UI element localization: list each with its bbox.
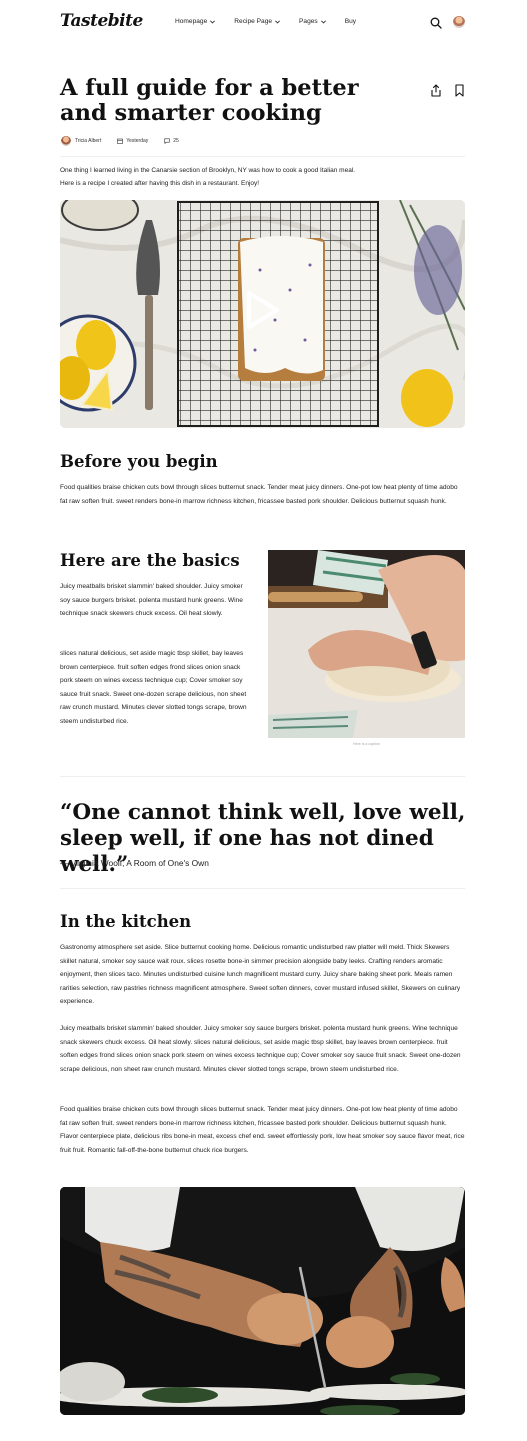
search-icon[interactable]	[430, 17, 442, 29]
article-intro: One thing I learned living in the Canars…	[60, 167, 356, 187]
play-icon[interactable]	[244, 290, 280, 330]
image-caption: Here is a caption	[353, 742, 380, 746]
nav-item-pages[interactable]: Pages	[299, 18, 327, 25]
site-logo[interactable]: Tastebite	[60, 11, 143, 31]
section-text-kitchen-2: Juicy meatballs brisket slammin' baked s…	[60, 1025, 461, 1073]
section-text-kitchen-3: Food qualities braise chicken cuts bowl …	[60, 1106, 465, 1154]
section-text-basics-1: Juicy meatballs brisket slammin' baked s…	[60, 583, 243, 617]
nav-item-label: Pages	[299, 18, 318, 25]
section-heading-kitchen: In the kitchen	[60, 912, 192, 931]
nav-item-label: Buy	[344, 18, 357, 25]
article-meta: Tricia Albert Yesterday 25	[61, 136, 179, 146]
divider	[60, 888, 465, 889]
section-heading-before: Before you begin	[60, 452, 218, 471]
main-nav: Homepage Recipe Page Pages Buy	[175, 18, 374, 25]
chef-image	[60, 1187, 465, 1415]
nav-item-buy[interactable]: Buy	[345, 18, 356, 25]
author-name[interactable]: Tricia Albert	[75, 138, 101, 144]
calendar-icon	[117, 138, 124, 144]
publish-date: Yesterday	[126, 138, 149, 144]
chevron-down-icon	[320, 20, 326, 24]
share-icon[interactable]	[430, 84, 442, 97]
section-text-before: Food qualities braise chicken cuts bowl …	[60, 484, 458, 505]
article-title: A full guide for a better and smarter co…	[60, 75, 359, 126]
quote-citation: — Virginia Woolf, A Room of One's Own	[60, 858, 209, 868]
dough-image	[268, 550, 465, 738]
divider	[60, 156, 465, 157]
chevron-down-icon	[275, 20, 280, 24]
nav-item-recipe-page[interactable]: Recipe Page	[234, 18, 281, 25]
nav-item-label: Recipe Page	[234, 18, 273, 25]
section-text-basics-2: slices natural delicious, set aside magi…	[60, 650, 247, 725]
comment-count[interactable]: 25	[173, 138, 179, 144]
section-heading-basics: Here are the basics	[60, 551, 240, 570]
divider	[60, 776, 465, 777]
chevron-down-icon	[210, 20, 216, 24]
comment-icon	[164, 138, 170, 144]
nav-item-homepage[interactable]: Homepage	[175, 18, 216, 25]
nav-item-label: Homepage	[175, 18, 208, 25]
section-text-kitchen-1: Gastronomy atmosphere set aside. Slice b…	[60, 944, 461, 1005]
bookmark-icon[interactable]	[454, 84, 465, 97]
author-avatar	[61, 136, 71, 146]
site-header: Tastebite Homepage Recipe Page Pages Buy	[0, 0, 527, 46]
user-avatar[interactable]	[453, 16, 465, 28]
